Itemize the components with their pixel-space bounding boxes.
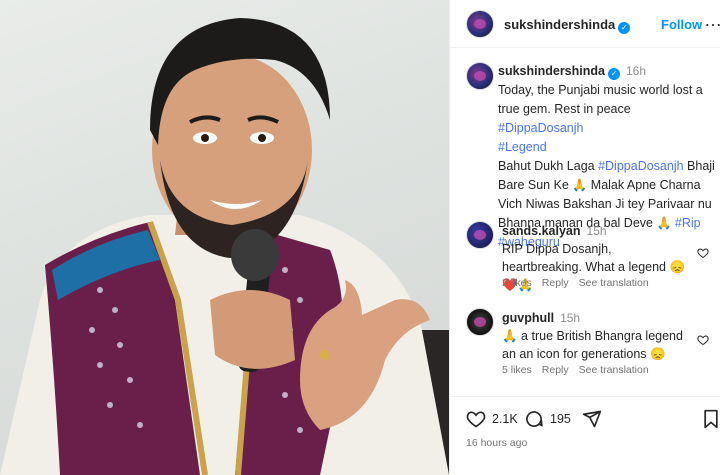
caption-username[interactable]: sukshindershinda xyxy=(498,64,605,78)
singer-photo-illustration xyxy=(0,18,449,475)
header-username[interactable]: sukshindershinda xyxy=(504,17,615,32)
posted-time: 16 hours ago xyxy=(466,437,528,449)
comment-username[interactable]: guvphull xyxy=(502,311,554,325)
caption-text: Bahut Dukh Laga xyxy=(498,159,599,173)
post-side-panel: sukshindershinda✓ Follow … sukshindershi… xyxy=(449,0,720,475)
verified-badge-icon: ✓ xyxy=(607,68,620,80)
see-translation-link[interactable]: See translation xyxy=(579,364,649,376)
save-action[interactable] xyxy=(702,409,720,429)
reply-button[interactable]: Reply xyxy=(542,364,569,376)
heart-icon[interactable] xyxy=(466,409,486,429)
more-options-icon[interactable]: … xyxy=(704,10,720,31)
caption-text: Today, the Punjabi music world lost a tr… xyxy=(498,83,703,116)
like-count: 2.1K xyxy=(492,412,518,426)
comment-icon[interactable] xyxy=(524,409,544,429)
folded-hands-emoji: 🙏 xyxy=(502,329,518,343)
hashtag-link[interactable]: #Legend xyxy=(498,140,547,154)
comment-meta: 2 likes Reply See translation xyxy=(502,277,659,289)
share-icon[interactable] xyxy=(582,409,602,429)
commenter-avatar[interactable] xyxy=(466,221,494,249)
reply-button[interactable]: Reply xyxy=(542,277,569,289)
author-avatar[interactable] xyxy=(466,10,494,38)
hashtag-link[interactable]: #DippaDosanjh xyxy=(598,159,683,173)
heart-icon[interactable] xyxy=(697,334,709,346)
comment-likes[interactable]: 5 likes xyxy=(502,364,532,376)
caption-avatar[interactable] xyxy=(466,62,494,90)
caption-time: 16h xyxy=(625,64,647,78)
hashtag-link[interactable]: #DippaDosanjh xyxy=(498,121,583,135)
post-actions-bar: 2.1K 195 16 hours ago xyxy=(450,396,720,475)
post-header: sukshindershinda✓ Follow … xyxy=(450,0,720,48)
like-action[interactable]: 2.1K xyxy=(466,409,518,429)
comment-action[interactable]: 195 xyxy=(524,409,571,429)
comment-username[interactable]: sands.kalyan xyxy=(502,224,581,238)
bookmark-icon[interactable] xyxy=(702,409,720,429)
see-translation-link[interactable]: See translation xyxy=(579,277,649,289)
follow-button[interactable]: Follow xyxy=(661,17,702,32)
comment-item: guvphull 15h 🙏 a true British Bhangra leg… xyxy=(502,309,692,363)
comment-count: 195 xyxy=(550,412,571,426)
header-user: sukshindershinda ✓ xyxy=(504,16,631,34)
comment-time: 15h xyxy=(586,224,607,238)
heart-icon[interactable] xyxy=(697,247,709,259)
share-action[interactable] xyxy=(582,409,602,429)
comment-likes[interactable]: 2 likes xyxy=(502,277,532,289)
comment-meta: 5 likes Reply See translation xyxy=(502,364,659,376)
comment-emojis: 😞 xyxy=(650,347,666,361)
verified-badge-icon: ✓ xyxy=(618,22,631,34)
commenter-avatar[interactable] xyxy=(466,308,494,336)
post-photo xyxy=(0,0,449,475)
comment-text: RIP Dippa Dosanjh, heartbreaking. What a… xyxy=(502,242,670,274)
folded-hands-emoji: 🙏 xyxy=(572,178,588,192)
comment-time: 15h xyxy=(560,311,581,325)
